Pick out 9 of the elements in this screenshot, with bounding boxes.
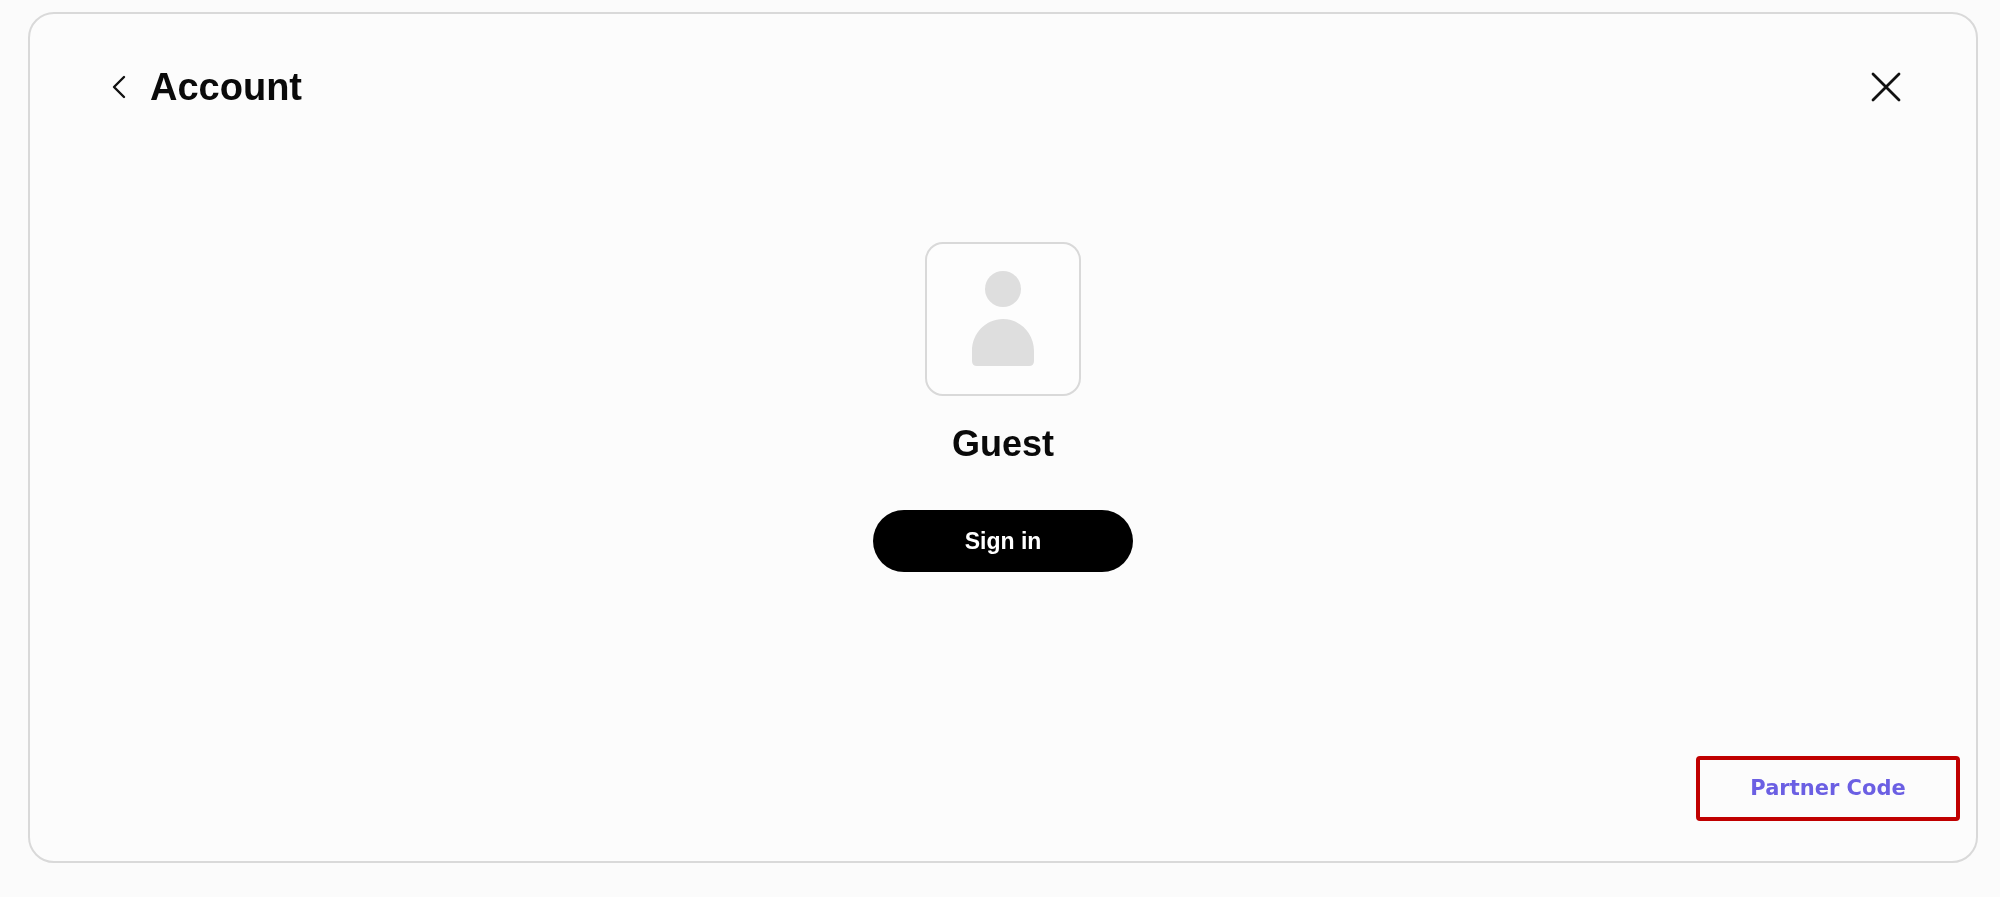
back-button[interactable] xyxy=(110,74,128,100)
avatar-placeholder-icon xyxy=(925,242,1081,396)
page-title: Account xyxy=(150,65,302,110)
sign-in-button[interactable]: Sign in xyxy=(873,510,1133,572)
partner-code-link[interactable]: Partner Code xyxy=(1750,772,1906,805)
chevron-left-icon xyxy=(112,75,126,99)
user-name: Guest xyxy=(952,422,1054,466)
close-icon xyxy=(1871,72,1901,102)
close-button[interactable] xyxy=(1869,70,1903,104)
